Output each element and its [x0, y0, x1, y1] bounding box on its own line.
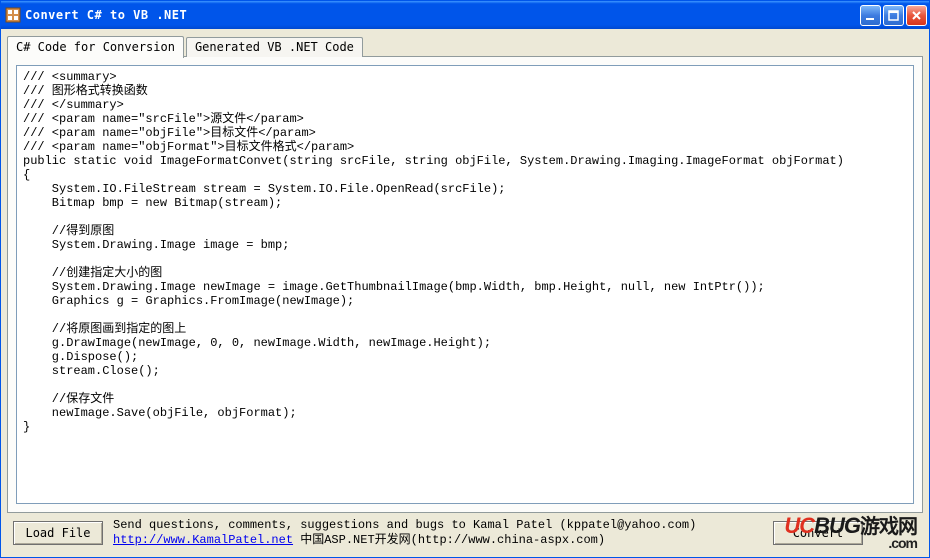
tab-content: /// <summary> /// 图形格式转换函数 /// </summary…: [7, 56, 923, 513]
footer-link[interactable]: http://www.KamalPatel.net: [113, 533, 293, 547]
app-window: Convert C# to VB .NET C# Code for Conver…: [0, 0, 930, 558]
watermark-cn: 游戏网: [860, 516, 917, 538]
footer-line1: Send questions, comments, suggestions an…: [113, 518, 696, 533]
app-icon: [5, 7, 21, 23]
footer-line2-mid: 中国ASP.NET开发网(http://www.china-aspx.com): [293, 533, 605, 547]
client-area: C# Code for Conversion Generated VB .NET…: [1, 29, 929, 557]
footer-text: Send questions, comments, suggestions an…: [113, 518, 696, 548]
convert-button[interactable]: Convert: [773, 521, 863, 545]
tabs: C# Code for Conversion Generated VB .NET…: [7, 35, 923, 57]
minimize-button[interactable]: [860, 5, 881, 26]
footer-line2: http://www.KamalPatel.net 中国ASP.NET开发网(h…: [113, 533, 696, 548]
code-editor[interactable]: /// <summary> /// 图形格式转换函数 /// </summary…: [16, 65, 914, 504]
titlebar[interactable]: Convert C# to VB .NET: [1, 1, 929, 29]
tab-csharp[interactable]: C# Code for Conversion: [7, 36, 184, 58]
maximize-button[interactable]: [883, 5, 904, 26]
tab-vb[interactable]: Generated VB .NET Code: [186, 37, 363, 57]
footer: Load File Send questions, comments, sugg…: [7, 513, 923, 553]
window-title: Convert C# to VB .NET: [25, 8, 860, 22]
window-buttons: [860, 5, 927, 26]
load-file-button[interactable]: Load File: [13, 521, 103, 545]
close-button[interactable]: [906, 5, 927, 26]
